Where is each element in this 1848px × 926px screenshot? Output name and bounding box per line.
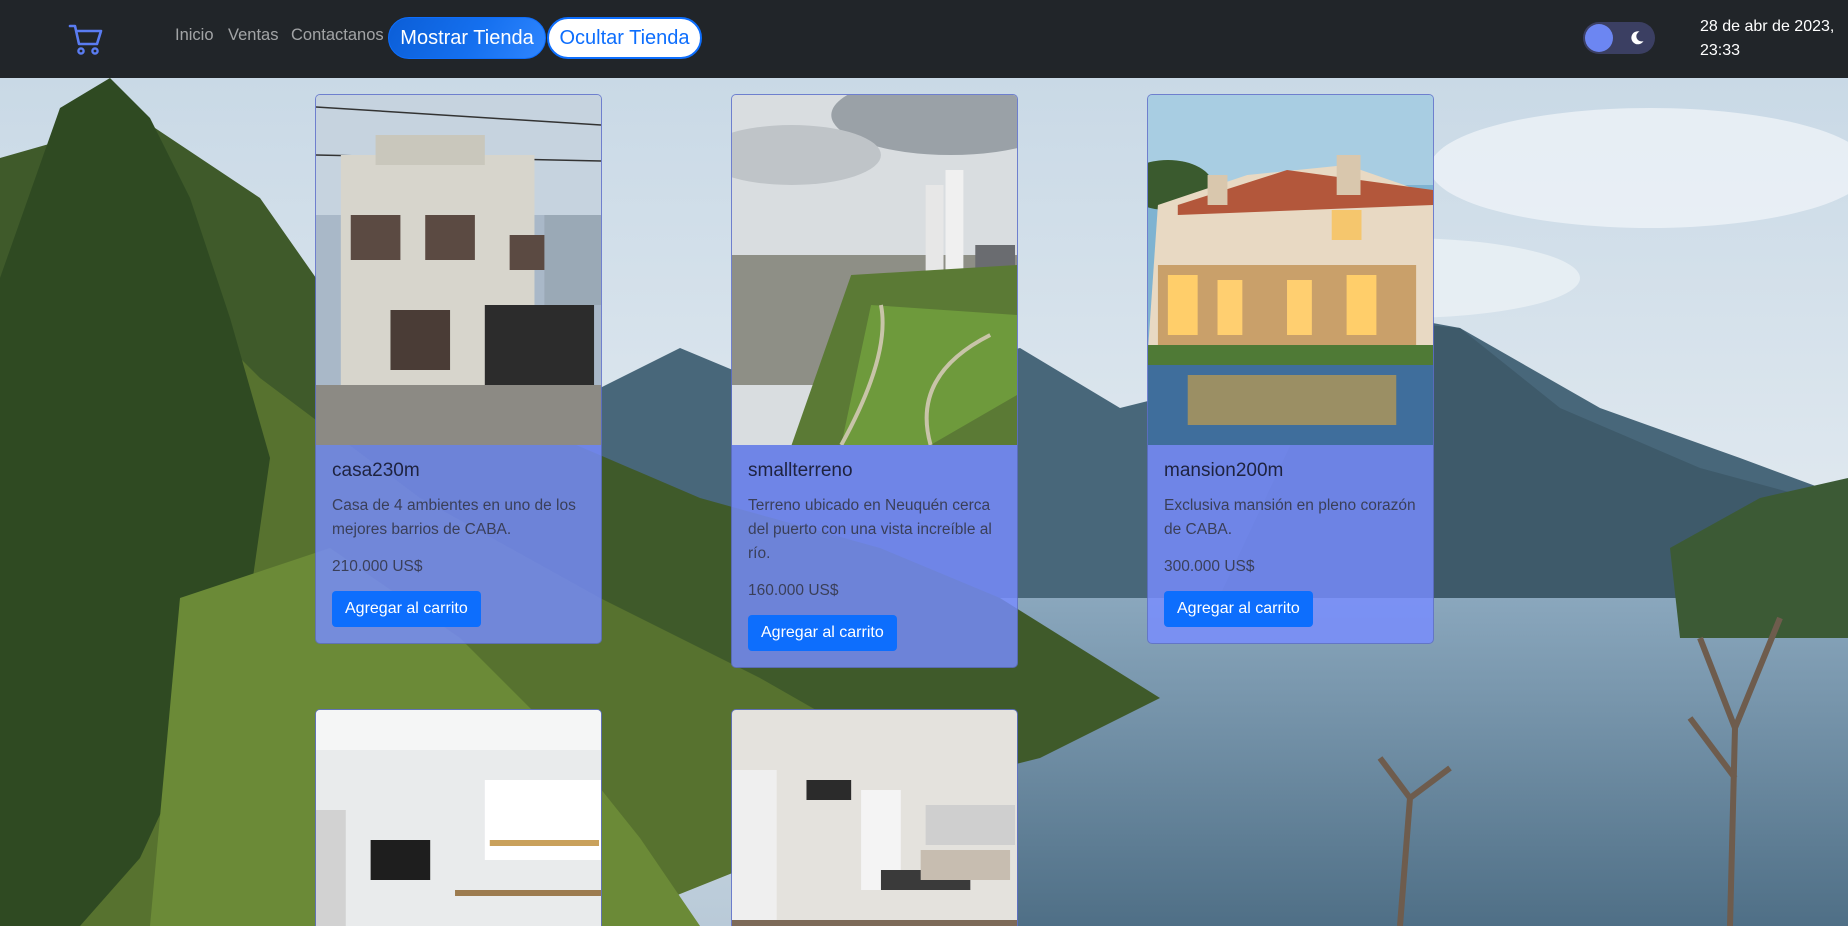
card-price: 300.000 US$ bbox=[1164, 558, 1255, 575]
nav-link-contactanos[interactable]: Contactanos bbox=[291, 26, 384, 45]
card-description: Casa de 4 ambientes en uno de los mejore… bbox=[332, 497, 576, 538]
product-card-smallterreno: smallterreno Terreno ubicado en Neuquén … bbox=[731, 94, 1018, 668]
nav-link-ventas[interactable]: Ventas bbox=[228, 26, 278, 45]
moon-icon bbox=[1631, 31, 1644, 45]
card-price: 160.000 US$ bbox=[748, 582, 839, 599]
card-title: mansion200m bbox=[1164, 460, 1284, 481]
add-to-cart-button[interactable]: Agregar al carrito bbox=[1164, 591, 1313, 627]
show-store-button[interactable]: Mostrar Tienda bbox=[388, 17, 546, 59]
card-body: casa230m Casa de 4 ambientes en uno de l… bbox=[316, 445, 601, 643]
card-body: mansion200m Exclusiva mansión en pleno c… bbox=[1148, 445, 1433, 643]
add-to-cart-button[interactable]: Agregar al carrito bbox=[748, 615, 897, 651]
product-card-interior-1 bbox=[315, 709, 602, 926]
hide-store-button[interactable]: Ocultar Tienda bbox=[547, 17, 702, 59]
date-text: 28 de abr de 2023, bbox=[1700, 18, 1835, 35]
interior-photo bbox=[316, 710, 601, 926]
shopping-cart-icon[interactable] bbox=[68, 22, 104, 56]
toggle-knob bbox=[1585, 24, 1613, 52]
theme-toggle[interactable] bbox=[1583, 22, 1655, 54]
navbar: Inicio Ventas Contactanos Mostrar Tienda… bbox=[0, 0, 1848, 78]
card-description: Terreno ubicado en Neuquén cerca del pue… bbox=[748, 497, 992, 562]
time-text: 23:33 bbox=[1700, 42, 1741, 59]
card-title: smallterreno bbox=[748, 460, 853, 481]
card-price: 210.000 US$ bbox=[332, 558, 423, 575]
product-card-interior-2 bbox=[731, 709, 1018, 926]
card-title: casa230m bbox=[332, 460, 420, 481]
card-body: smallterreno Terreno ubicado en Neuquén … bbox=[732, 445, 1017, 667]
house-photo bbox=[316, 95, 601, 445]
product-card-casa230m: casa230m Casa de 4 ambientes en uno de l… bbox=[315, 94, 602, 644]
card-description: Exclusiva mansión en pleno corazón de CA… bbox=[1164, 497, 1416, 538]
add-to-cart-button[interactable]: Agregar al carrito bbox=[332, 591, 481, 627]
product-card-mansion200m: mansion200m Exclusiva mansión en pleno c… bbox=[1147, 94, 1434, 644]
land-photo bbox=[732, 95, 1017, 445]
nav-link-inicio[interactable]: Inicio bbox=[175, 26, 214, 45]
interior-photo bbox=[732, 710, 1017, 926]
mansion-photo bbox=[1148, 95, 1433, 445]
datetime-display: 28 de abr de 2023, 23:33 bbox=[1700, 15, 1845, 63]
